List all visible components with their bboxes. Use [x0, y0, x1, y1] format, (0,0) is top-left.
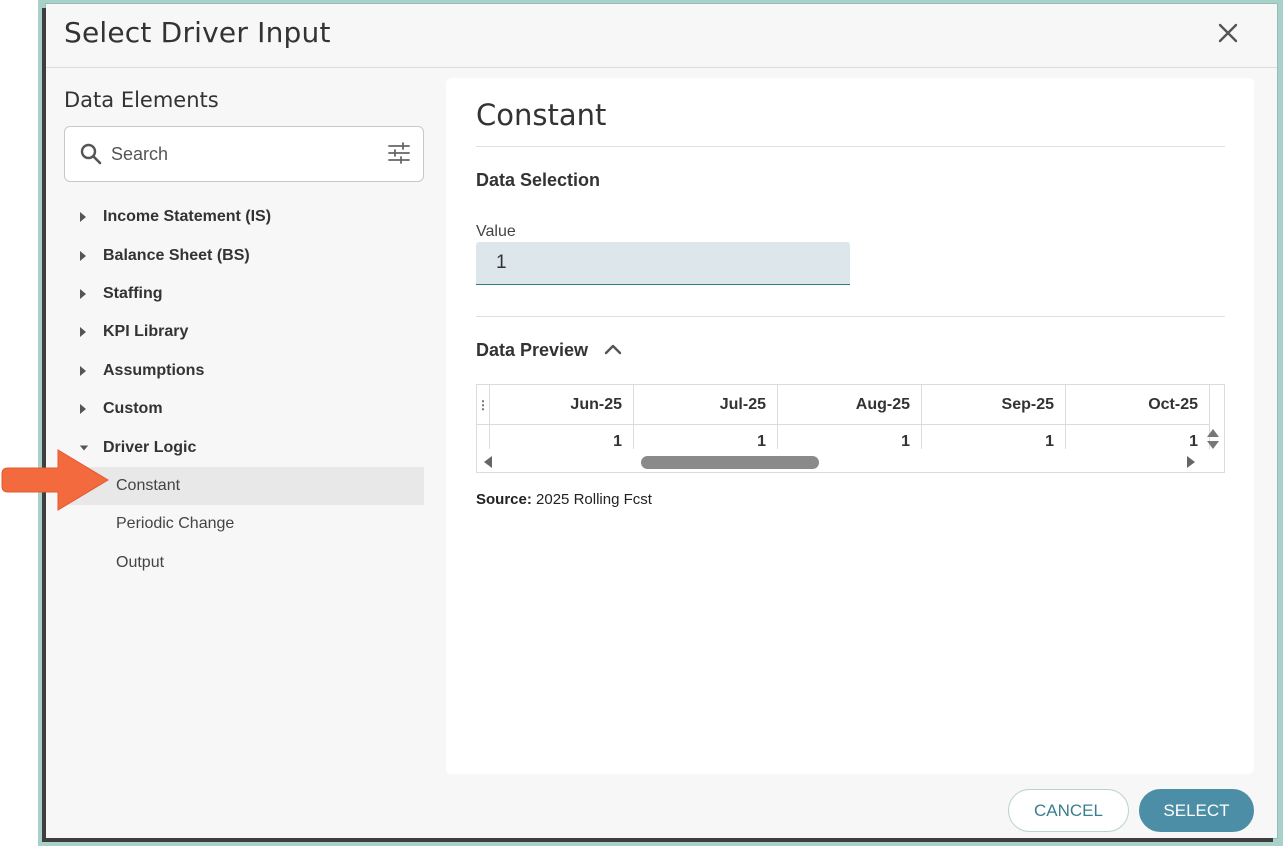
grid-header-row: ⋮ Jun-25 Jul-25 Aug-25 Sep-25 Oct-25 — [477, 385, 1210, 425]
tree-item-label: Assumptions — [103, 361, 205, 379]
tree-item-income-statement[interactable]: Income Statement (IS) — [64, 198, 424, 236]
close-button[interactable] — [1213, 18, 1243, 48]
scroll-right-icon[interactable] — [1186, 455, 1196, 469]
grid-header-cell: Aug-25 — [778, 385, 922, 424]
grid-header-cell: Jul-25 — [634, 385, 778, 424]
close-icon — [1218, 23, 1238, 43]
data-selection-heading: Data Selection — [476, 170, 601, 190]
grid-header-cell-partial: ⋮ — [477, 385, 490, 424]
tree-item-kpi-library[interactable]: KPI Library — [64, 313, 424, 351]
caret-right-icon — [79, 326, 89, 338]
select-button[interactable]: SELECT — [1139, 789, 1254, 832]
data-preview-heading: Data Preview — [476, 340, 589, 360]
source-line: Source: 2025 Rolling Fcst — [476, 491, 652, 508]
caret-right-icon — [79, 365, 89, 377]
grid-header-cell: Sep-25 — [922, 385, 1066, 424]
tree-item-label: Constant — [116, 476, 181, 494]
tree-item-balance-sheet[interactable]: Balance Sheet (BS) — [64, 236, 424, 274]
content-title: Constant — [476, 98, 607, 132]
chevron-up-icon[interactable] — [604, 342, 622, 356]
grid-header-cell: Oct-25 — [1066, 385, 1210, 424]
scrollbar-thumb[interactable] — [641, 456, 819, 469]
grid-cell: 1 — [922, 425, 1066, 450]
caret-right-icon — [79, 211, 89, 223]
search-box — [64, 126, 424, 182]
caret-right-icon — [79, 288, 89, 300]
cancel-button[interactable]: CANCEL — [1008, 789, 1129, 832]
data-elements-panel: Data Elements Income Statement (IS) — [64, 88, 424, 571]
tree-item-driver-logic[interactable]: Driver Logic — [64, 428, 424, 466]
tree-item-label: Staffing — [103, 284, 163, 302]
tree-item-periodic-change[interactable]: Periodic Change — [64, 505, 424, 543]
annotation-arrow-icon — [1, 449, 109, 511]
tree-item-label: KPI Library — [103, 323, 189, 341]
value-label: Value — [476, 223, 516, 240]
tree-item-label: Driver Logic — [103, 438, 197, 456]
dialog-header: Select Driver Input — [46, 4, 1277, 68]
content-panel: Constant Data Selection Value Data Previ… — [446, 78, 1254, 774]
tree-item-staffing[interactable]: Staffing — [64, 275, 424, 313]
tree-item-label: Balance Sheet (BS) — [103, 246, 250, 264]
caret-right-icon — [79, 403, 89, 415]
tree-item-label: Income Statement (IS) — [103, 208, 272, 226]
grid-cell: 1 — [634, 425, 778, 450]
scroll-left-icon[interactable] — [483, 455, 493, 469]
tree-item-constant[interactable]: Constant — [64, 466, 424, 506]
select-driver-input-dialog: Select Driver Input Data Elements Search… — [46, 4, 1277, 838]
filter-settings-icon[interactable] — [387, 141, 411, 165]
tree-item-label: Output — [116, 553, 165, 571]
grid-data-row: 1 1 1 1 1 — [477, 425, 1210, 450]
panel-heading: Data Elements — [64, 88, 219, 112]
data-preview-grid: ⋮ Jun-25 Jul-25 Aug-25 Sep-25 Oct-25 1 1… — [476, 384, 1225, 473]
search-icon — [80, 143, 102, 165]
tree-item-custom[interactable]: Custom — [64, 390, 424, 428]
grid-header-cell: Jun-25 — [490, 385, 634, 424]
tree-item-label: Custom — [103, 400, 163, 418]
search-input[interactable] — [111, 141, 381, 167]
source-value: 2025 Rolling Fcst — [536, 491, 652, 508]
grid-cell: 1 — [778, 425, 922, 450]
source-label: Source: — [476, 491, 532, 508]
grid-cell-partial — [477, 425, 490, 449]
divider — [476, 316, 1225, 317]
value-input[interactable] — [476, 242, 850, 285]
grid-cell: 1 — [490, 425, 634, 450]
dialog-title: Select Driver Input — [64, 16, 331, 49]
grid-cell: 1 — [1066, 425, 1210, 450]
vertical-scroll-arrows[interactable] — [1206, 427, 1220, 451]
caret-right-icon — [79, 250, 89, 262]
tree-item-label: Periodic Change — [116, 515, 235, 533]
tree-item-assumptions[interactable]: Assumptions — [64, 352, 424, 390]
horizontal-scrollbar[interactable] — [477, 451, 1224, 472]
tree-item-output[interactable]: Output — [64, 544, 424, 582]
data-elements-tree: Income Statement (IS) Balance Sheet (BS)… — [64, 198, 424, 582]
divider — [476, 146, 1225, 147]
